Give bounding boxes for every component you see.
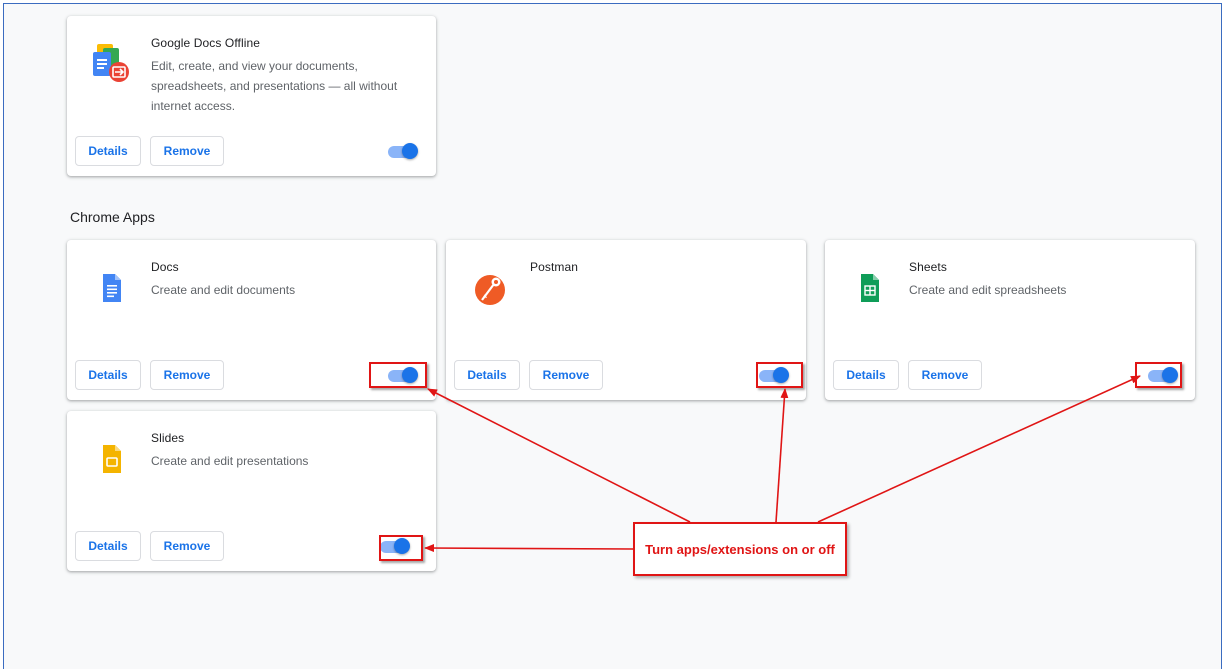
arrow-to-sheets-toggle — [817, 375, 1141, 523]
annotation-callout: Turn apps/extensions on or off — [633, 522, 847, 576]
arrow-to-postman-toggle — [775, 388, 789, 523]
arrow-to-docs-toggle — [427, 388, 691, 523]
annotation-arrows — [424, 375, 1141, 553]
arrow-to-slides-toggle — [424, 544, 634, 553]
